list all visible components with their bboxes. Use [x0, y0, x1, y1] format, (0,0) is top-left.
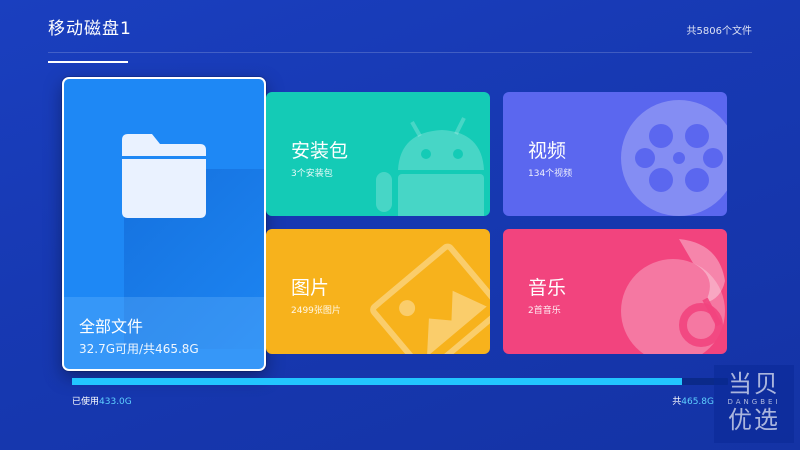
- file-count: 共5806个文件: [686, 26, 752, 37]
- picture-title: 图片: [291, 277, 330, 299]
- all-files-storage: 32.7G可用/共465.8G: [79, 342, 199, 356]
- apk-title: 安装包: [291, 140, 349, 162]
- dangbei-watermark-logo: 当贝 DANGBEI 优选: [714, 365, 794, 443]
- android-icon: [376, 117, 484, 216]
- video-count: 134个视频: [528, 169, 573, 179]
- video-title: 视频: [528, 140, 567, 162]
- picture-card[interactable]: 图片 2499张图片: [266, 229, 490, 354]
- image-icon: [370, 243, 490, 354]
- apk-count: 3个安装包: [291, 169, 333, 179]
- apk-card[interactable]: 安装包 3个安装包: [266, 92, 490, 216]
- storage-total-label: 共: [672, 397, 682, 407]
- storage-progress-bar: [72, 378, 728, 385]
- video-card[interactable]: 视频 134个视频: [503, 92, 727, 216]
- folder-icon: [122, 134, 206, 218]
- music-note-icon: [621, 239, 725, 354]
- storage-total-value: 465.8G: [681, 397, 714, 407]
- storage-progress-fill: [72, 378, 683, 385]
- tab-removable-disk[interactable]: 移动磁盘1: [48, 14, 132, 63]
- picture-count: 2499张图片: [291, 306, 341, 316]
- storage-used-label: 已使用: [72, 397, 100, 407]
- tab-underline: [48, 61, 128, 63]
- tab-label: 移动磁盘1: [48, 19, 132, 39]
- all-files-title: 全部文件: [79, 317, 144, 336]
- music-count: 2首音乐: [528, 306, 561, 316]
- storage-used: 已使用433.0G: [72, 394, 132, 407]
- all-files-card[interactable]: 全部文件 32.7G可用/共465.8G: [62, 77, 266, 371]
- music-card[interactable]: 音乐 2首音乐: [503, 229, 727, 354]
- storage-used-value: 433.0G: [99, 397, 132, 407]
- film-reel-icon: [621, 100, 727, 216]
- storage-total: 共465.8G: [672, 394, 714, 407]
- header-bar: 移动磁盘1 共5806个文件: [48, 0, 752, 63]
- music-title: 音乐: [528, 277, 567, 299]
